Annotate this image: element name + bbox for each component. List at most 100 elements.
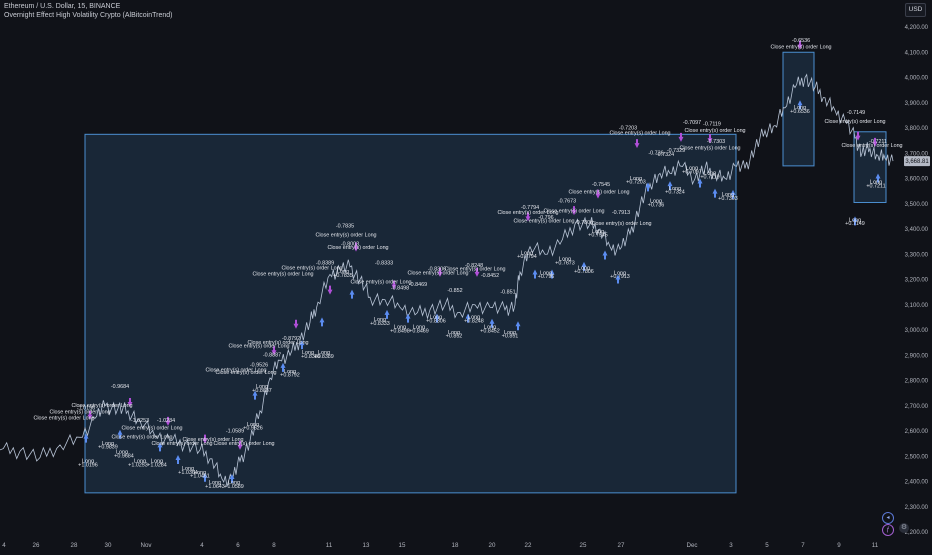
price-tick-label: 4,000.00 bbox=[905, 76, 929, 82]
indicator-title[interactable]: Overnight Effect High Volatility Crypto … bbox=[4, 12, 172, 19]
trade-label-36: Close entry(s) order Long bbox=[215, 370, 276, 376]
trade-label-13: -1.0284 bbox=[157, 418, 175, 424]
trade-label-69: +0.852 bbox=[446, 334, 463, 340]
trade-label-18: +1.0253 bbox=[128, 462, 148, 468]
time-tick-label: 11 bbox=[326, 542, 333, 549]
time-tick-label: 28 bbox=[71, 542, 78, 549]
price-tick-label: 3,400.00 bbox=[905, 227, 929, 233]
price-chart-svg[interactable]: Close entry(s) order Long-1.0196Close en… bbox=[0, 0, 932, 550]
trade-label-88: Close entry(s) order Long bbox=[513, 219, 574, 225]
price-tick-label: 3,800.00 bbox=[905, 126, 929, 132]
time-tick-label: 20 bbox=[489, 542, 496, 549]
price-tick-label: 3,300.00 bbox=[905, 252, 929, 258]
trade-label-28: +1.0589 bbox=[224, 484, 244, 490]
time-tick-label: 5 bbox=[765, 542, 769, 549]
trade-label-104: Close entry(s) order Long bbox=[590, 221, 651, 227]
trade-label-15: Close entry(s) order Long bbox=[111, 435, 172, 441]
trade-label-105: -0.7806 bbox=[575, 220, 593, 226]
trade-label-112: -0.7097 bbox=[683, 120, 701, 126]
trade-label-42: Close entry(s) order Long bbox=[247, 340, 308, 346]
trade-label-137: Close entry(s) order Long bbox=[841, 143, 902, 149]
price-tick-label: 2,400.00 bbox=[905, 480, 929, 486]
price-tick-label: 3,000.00 bbox=[905, 328, 929, 334]
trade-label-133: +0.6536 bbox=[790, 109, 810, 115]
price-tick-label: 2,900.00 bbox=[905, 353, 929, 359]
trade-label-99: -0.7673 bbox=[558, 198, 576, 204]
trade-label-53: Close entry(s) order Long bbox=[315, 233, 376, 239]
trade-label-84: -0.851 bbox=[500, 289, 515, 295]
trade-label-26: +1.0643 bbox=[205, 484, 225, 490]
chart-area[interactable]: Close entry(s) order Long -1.0196 Close en… bbox=[0, 0, 932, 550]
price-tick-label: 2,500.00 bbox=[905, 454, 929, 460]
trade-label-29: -1.0589 bbox=[226, 428, 244, 434]
trade-label-119: +0.7203 bbox=[626, 180, 646, 186]
time-tick-label: 11 bbox=[872, 542, 879, 549]
trade-label-102: Close entry(s) order Long bbox=[568, 190, 629, 196]
trade-label-94: +0.7673 bbox=[555, 260, 575, 266]
trade-label-121: +0.736 bbox=[648, 202, 665, 208]
price-tick-label: 3,500.00 bbox=[905, 202, 929, 208]
time-tick-label: 7 bbox=[801, 542, 805, 549]
price-tick-label: 2,300.00 bbox=[905, 505, 929, 511]
trade-label-50: Close entry(s) order Long bbox=[281, 265, 342, 271]
trade-label-5: -0.9684 bbox=[111, 384, 129, 390]
last-price-label: 3,668.81 bbox=[905, 159, 929, 165]
time-tick-label: Nov bbox=[140, 542, 152, 549]
trade-label-110: -0.7203 bbox=[619, 125, 637, 131]
scroll-back-icon[interactable]: ◂ bbox=[882, 512, 894, 524]
trade-label-44: +0.8792 bbox=[280, 373, 300, 379]
time-tick-label: 30 bbox=[105, 542, 112, 549]
trade-label-37: -0.8887 bbox=[263, 353, 281, 359]
trade-label-60: +0.8333 bbox=[370, 321, 390, 327]
trade-label-116: -0.7303 bbox=[707, 139, 725, 145]
trade-label-114: Close entry(s) order Long bbox=[684, 128, 745, 134]
trade-label-55: Close entry(s) order Long bbox=[327, 245, 388, 251]
trade-label-80: -0.8452 bbox=[481, 273, 499, 279]
trade-label-51: Close entry(s) order Long bbox=[252, 272, 313, 278]
trade-label-57: +0.7835 bbox=[333, 273, 353, 279]
trade-label-115: -0.7324 bbox=[656, 152, 674, 158]
trade-label-82: -0.852 bbox=[447, 288, 462, 294]
time-tick-label: Dec bbox=[686, 542, 697, 549]
trade-label-135: Close entry(s) order Long bbox=[824, 119, 885, 125]
time-tick-label: 22 bbox=[525, 542, 532, 549]
trade-label-113: -0.7119 bbox=[703, 121, 721, 127]
trade-label-96: +0.7806 bbox=[574, 269, 594, 275]
trade-label-39: +0.8887 bbox=[252, 388, 272, 394]
trade-label-65: +0.8469 bbox=[409, 329, 429, 335]
trade-label-103: -0.7913 bbox=[612, 210, 630, 216]
currency-button[interactable]: USD bbox=[905, 3, 926, 17]
time-tick-label: 9 bbox=[837, 542, 841, 549]
trade-label-35: -0.9526 bbox=[250, 363, 268, 369]
trade-label-130: -0.6536 bbox=[792, 38, 810, 44]
time-tick-label: 15 bbox=[399, 542, 406, 549]
price-tick-label: 3,600.00 bbox=[905, 177, 929, 183]
trade-label-71: +0.8248 bbox=[464, 318, 484, 324]
price-tick-label: 4,200.00 bbox=[905, 25, 929, 31]
price-tick-label: 3,900.00 bbox=[905, 101, 929, 107]
trade-label-1: Close entry(s) order Long bbox=[33, 416, 94, 422]
trade-label-12: -1.0253 bbox=[131, 418, 149, 424]
trade-label-134: -0.7149 bbox=[847, 110, 865, 116]
time-tick-label: 3 bbox=[729, 542, 733, 549]
time-tick-label: 25 bbox=[580, 542, 587, 549]
trade-label-3: Close entry(s) order Long bbox=[49, 409, 110, 415]
trade-label-92: +0.796 bbox=[538, 274, 555, 280]
indicator-function-icon[interactable]: ƒ bbox=[882, 524, 894, 536]
price-tick-label: 2,800.00 bbox=[905, 379, 929, 385]
trade-label-73: +0.8452 bbox=[480, 329, 500, 335]
trade-label-58: -0.8333 bbox=[375, 260, 393, 266]
time-tick-label: 13 bbox=[363, 542, 370, 549]
trade-label-79: Close entry(s) order Long bbox=[444, 267, 505, 273]
time-tick-label: 18 bbox=[452, 542, 459, 549]
trade-label-33: +0.9526 bbox=[243, 426, 263, 432]
trade-label-63: +0.8498 bbox=[390, 329, 410, 335]
trade-label-52: -0.7835 bbox=[336, 224, 354, 230]
time-tick-label: 26 bbox=[33, 542, 40, 549]
gear-icon[interactable]: ⚙ bbox=[899, 523, 909, 533]
time-tick-label: 8 bbox=[272, 542, 276, 549]
time-tick-label: 6 bbox=[236, 542, 240, 549]
trade-label-123: +0.7324 bbox=[665, 190, 685, 196]
trade-label-98: +0.7913 bbox=[610, 274, 630, 280]
symbol-title[interactable]: Ethereum / U.S. Dollar, 15, BINANCE bbox=[4, 3, 120, 10]
